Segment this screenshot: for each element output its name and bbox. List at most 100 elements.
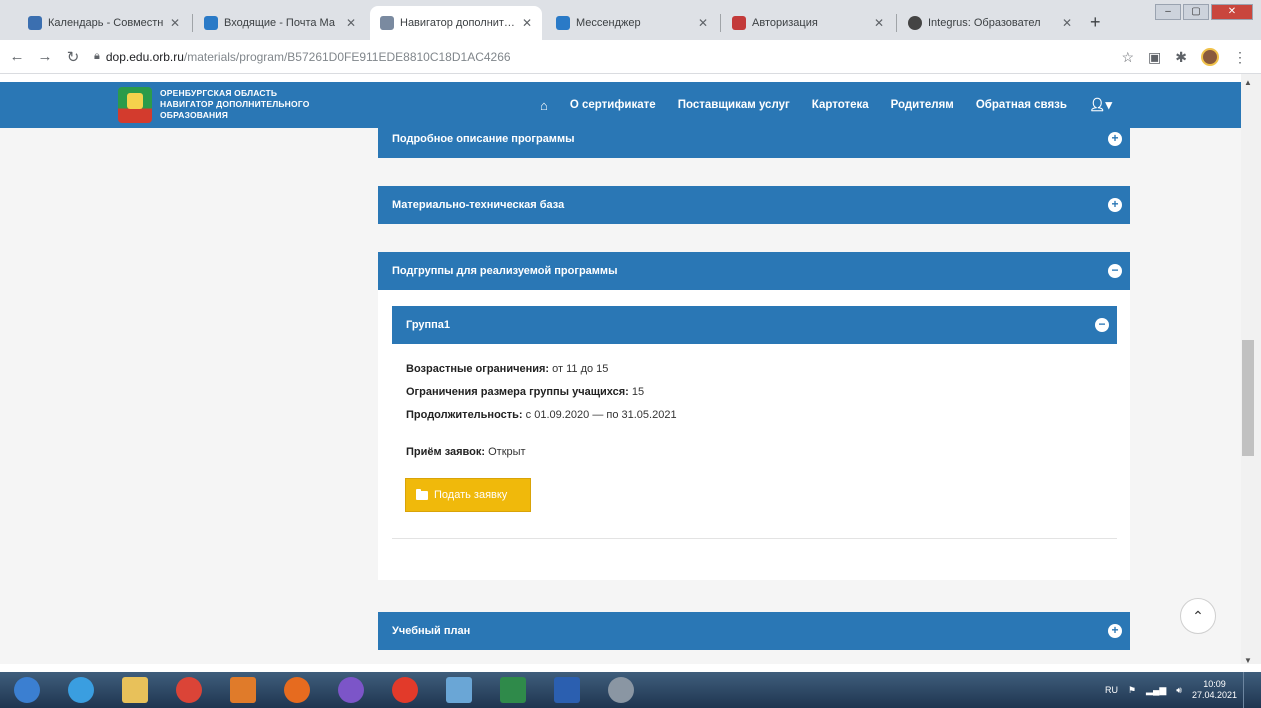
url-path: /materials/program/B57261D0FE911EDE8810C… <box>183 49 511 64</box>
clock-time: 10:09 <box>1203 679 1226 689</box>
collapse-icon[interactable]: − <box>1095 318 1109 332</box>
taskbar-ie[interactable] <box>54 673 108 707</box>
brand-line: ОБРАЗОВАНИЯ <box>160 110 229 120</box>
ie-icon <box>68 677 94 703</box>
auth-icon <box>732 16 746 30</box>
taskbar-explorer[interactable] <box>108 673 162 707</box>
close-icon[interactable]: ✕ <box>522 16 532 30</box>
calendar-icon <box>28 16 42 30</box>
url-host: dop.edu.orb.ru <box>105 49 184 64</box>
menu-item-feedback[interactable]: Обратная связь <box>976 99 1067 111</box>
lock-icon: 🔒︎ <box>94 50 100 62</box>
extension-icon[interactable]: ▣ <box>1148 49 1161 66</box>
messenger-icon <box>556 16 570 30</box>
panel-description[interactable]: Подробное описание программы + <box>378 128 1130 158</box>
group-title: Группа1 <box>406 319 451 331</box>
scroll-up-arrow-icon[interactable]: ▲ <box>1244 78 1252 87</box>
scroll-thumb[interactable] <box>1242 340 1254 456</box>
tab-title: Календарь - Совместн <box>48 17 164 29</box>
menu-item-parents[interactable]: Родителям <box>891 99 954 111</box>
browser-tab-6[interactable]: Integrus: Образовател ✕ <box>898 6 1082 40</box>
panel-title: Материально-техническая база <box>392 199 565 211</box>
close-icon[interactable]: ✕ <box>170 16 180 30</box>
windows-taskbar: RU ⚑ ▂▄▆ 🔊︎ 10:09 27.04.2021 <box>0 672 1261 708</box>
browser-tab-1[interactable]: Календарь - Совместн ✕ <box>18 6 190 40</box>
intake-value: Открыт <box>488 446 526 458</box>
panel-study-plan[interactable]: Учебный план + <box>378 612 1130 650</box>
excel-icon <box>500 677 526 703</box>
taskbar-media[interactable] <box>216 673 270 707</box>
taskbar-word[interactable] <box>540 673 594 707</box>
taskbar-chrome[interactable] <box>162 673 216 707</box>
network-icon[interactable]: ▂▄▆ <box>1146 685 1166 696</box>
taskbar-viber[interactable] <box>324 673 378 707</box>
flag-icon[interactable]: ⚑ <box>1128 685 1136 696</box>
panel-title: Подробное описание программы <box>392 133 575 145</box>
coat-of-arms-logo[interactable] <box>118 87 152 123</box>
taskbar-excel[interactable] <box>486 673 540 707</box>
size-label: Ограничения размера группы учащихся: <box>406 386 629 398</box>
profile-avatar[interactable] <box>1201 48 1219 66</box>
browser-tab-2[interactable]: Входящие - Почта Ма ✕ <box>194 6 366 40</box>
duration-label: Продолжительность: <box>406 409 523 421</box>
star-icon[interactable]: ☆ <box>1121 49 1134 66</box>
taskbar-yandex[interactable] <box>378 673 432 707</box>
close-icon[interactable]: ✕ <box>1062 16 1072 30</box>
minimize-button[interactable]: – <box>1155 4 1181 20</box>
extensions-area: ☆ ▣ ✱ ⋮ <box>1121 48 1247 66</box>
close-icon[interactable]: ✕ <box>698 16 708 30</box>
home-icon[interactable]: ⌂ <box>540 98 548 113</box>
url-field[interactable]: 🔒︎ dop.edu.orb.ru/materials/program/B572… <box>94 50 511 64</box>
language-indicator[interactable]: RU <box>1105 685 1118 695</box>
menu-item-certificate[interactable]: О сертификате <box>570 99 656 111</box>
menu-item-providers[interactable]: Поставщикам услуг <box>678 99 790 111</box>
new-tab-button[interactable]: + <box>1090 12 1101 33</box>
page-content: Подробное описание программы + Материаль… <box>0 128 1241 664</box>
group-header[interactable]: Группа1 − <box>392 306 1117 344</box>
taskbar-photo[interactable] <box>432 673 486 707</box>
globe-icon <box>908 16 922 30</box>
navigator-icon <box>380 16 394 30</box>
chrome-icon <box>176 677 202 703</box>
reload-icon[interactable]: ↻ <box>62 48 84 66</box>
start-button[interactable] <box>0 673 54 707</box>
user-menu-icon[interactable]: 👤︎▾ <box>1089 97 1112 113</box>
tab-title: Навигатор дополнител <box>400 17 516 29</box>
panel-material[interactable]: Материально-техническая база + <box>378 186 1130 224</box>
clock[interactable]: 10:09 27.04.2021 <box>1192 679 1237 701</box>
expand-icon[interactable]: + <box>1108 198 1122 212</box>
back-arrow-icon[interactable]: ← <box>6 48 28 65</box>
browser-tab-5[interactable]: Авторизация ✕ <box>722 6 894 40</box>
media-icon <box>230 677 256 703</box>
site-header: ОРЕНБУРГСКАЯ ОБЛАСТЬ НАВИГАТОР ДОПОЛНИТЕ… <box>0 82 1241 128</box>
panel-subgroups[interactable]: Подгруппы для реализуемой программы − <box>378 252 1130 290</box>
age-limit-row: Возрастные ограничения: от 11 до 15 <box>406 363 608 375</box>
scroll-down-arrow-icon[interactable]: ▼ <box>1244 656 1252 665</box>
volume-icon[interactable]: 🔊︎ <box>1176 685 1182 696</box>
start-icon <box>14 677 40 703</box>
tab-title: Входящие - Почта Ма <box>224 17 335 29</box>
taskbar-firefox[interactable] <box>270 673 324 707</box>
close-icon[interactable]: ✕ <box>874 16 884 30</box>
collapse-icon[interactable]: − <box>1108 264 1122 278</box>
close-icon[interactable]: ✕ <box>346 16 356 30</box>
browser-tab-strip: Календарь - Совместн ✕ Входящие - Почта … <box>0 0 1261 40</box>
browser-tab-3[interactable]: Навигатор дополнител ✕ <box>370 6 542 40</box>
close-window-button[interactable]: ✕ <box>1211 4 1253 20</box>
age-value: от 11 до 15 <box>552 363 609 375</box>
show-desktop-button[interactable] <box>1243 672 1261 708</box>
browser-tab-4[interactable]: Мессенджер ✕ <box>546 6 718 40</box>
menu-item-catalog[interactable]: Картотека <box>812 99 869 111</box>
puzzle-icon[interactable]: ✱ <box>1175 49 1187 66</box>
system-tray: RU ⚑ ▂▄▆ 🔊︎ 10:09 27.04.2021 <box>1105 672 1237 708</box>
apply-button[interactable]: Подать заявку <box>405 478 531 512</box>
maximize-button[interactable]: ▢ <box>1183 4 1209 20</box>
expand-icon[interactable]: + <box>1108 624 1122 638</box>
brand-title[interactable]: ОРЕНБУРГСКАЯ ОБЛАСТЬ НАВИГАТОР ДОПОЛНИТЕ… <box>160 88 310 121</box>
taskbar-misc[interactable] <box>594 673 648 707</box>
forward-arrow-icon[interactable]: → <box>34 48 56 65</box>
scroll-to-top-button[interactable]: ⌃ <box>1180 598 1216 634</box>
misc-icon <box>608 677 634 703</box>
expand-icon[interactable]: + <box>1108 132 1122 146</box>
menu-dots-icon[interactable]: ⋮ <box>1233 49 1247 66</box>
